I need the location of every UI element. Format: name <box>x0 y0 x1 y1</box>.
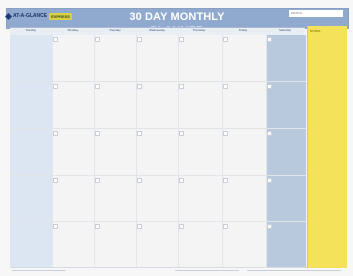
day-label-thursday: Thursday <box>192 28 206 32</box>
grid-divider <box>222 35 223 267</box>
date-box[interactable] <box>179 37 184 42</box>
day-label-monday: Monday <box>67 28 79 32</box>
grid-divider <box>136 35 137 267</box>
date-box[interactable] <box>137 178 142 183</box>
date-box[interactable] <box>137 37 142 42</box>
footer-rule <box>175 270 239 271</box>
date-box[interactable] <box>137 84 142 89</box>
grid-divider <box>94 35 95 267</box>
sunday-column[interactable] <box>10 35 52 267</box>
brand-mark-icon <box>4 12 13 20</box>
date-box[interactable] <box>137 224 142 229</box>
date-box[interactable] <box>223 224 228 229</box>
date-box[interactable] <box>179 224 184 229</box>
planner-sheet: AT-A-GLANCE EXPRESS 30 DAY MONTHLY PLANN… <box>0 0 353 276</box>
date-box[interactable] <box>53 37 58 42</box>
grid-row-divider <box>10 81 306 82</box>
notes-panel[interactable] <box>307 26 347 268</box>
day-label-saturday: Saturday <box>278 28 291 32</box>
date-box[interactable] <box>53 178 58 183</box>
date-box[interactable] <box>267 224 272 229</box>
date-box[interactable] <box>223 37 228 42</box>
date-box[interactable] <box>267 178 272 183</box>
footer-rule <box>247 270 341 271</box>
calendar-grid[interactable] <box>10 35 307 268</box>
month-field[interactable]: MONTH <box>289 10 343 17</box>
date-box[interactable] <box>179 178 184 183</box>
date-box[interactable] <box>53 84 58 89</box>
day-label-wednesday: Wednesday <box>149 28 165 32</box>
date-box[interactable] <box>95 178 100 183</box>
brand-logo: AT-A-GLANCE EXPRESS <box>4 11 72 21</box>
date-box[interactable] <box>95 131 100 136</box>
date-box[interactable] <box>53 131 58 136</box>
date-box[interactable] <box>137 131 142 136</box>
grid-row-divider <box>10 221 306 222</box>
grid-divider <box>178 35 179 267</box>
grid-divider <box>52 35 53 267</box>
footer-rule <box>12 270 66 271</box>
grid-row-divider <box>10 175 306 176</box>
date-box[interactable] <box>223 84 228 89</box>
brand-name: AT-A-GLANCE <box>13 13 48 19</box>
grid-row-divider <box>10 128 306 129</box>
day-label-sunday: Sunday <box>25 28 37 32</box>
date-box[interactable] <box>267 37 272 42</box>
page-title: 30 DAY MONTHLY PLANNER <box>129 11 225 37</box>
date-box[interactable] <box>179 131 184 136</box>
day-label-friday: Friday <box>238 28 248 32</box>
date-box[interactable] <box>267 131 272 136</box>
grid-divider <box>266 35 267 267</box>
date-box[interactable] <box>53 224 58 229</box>
date-box[interactable] <box>223 131 228 136</box>
date-box[interactable] <box>95 37 100 42</box>
brand-badge: EXPRESS <box>49 12 72 20</box>
date-box[interactable] <box>95 224 100 229</box>
date-box[interactable] <box>267 84 272 89</box>
date-box[interactable] <box>95 84 100 89</box>
date-box[interactable] <box>179 84 184 89</box>
saturday-column[interactable] <box>266 35 306 267</box>
notes-title: NOTES <box>310 29 321 33</box>
day-label-tuesday: Tuesday <box>109 28 121 32</box>
date-box[interactable] <box>223 178 228 183</box>
